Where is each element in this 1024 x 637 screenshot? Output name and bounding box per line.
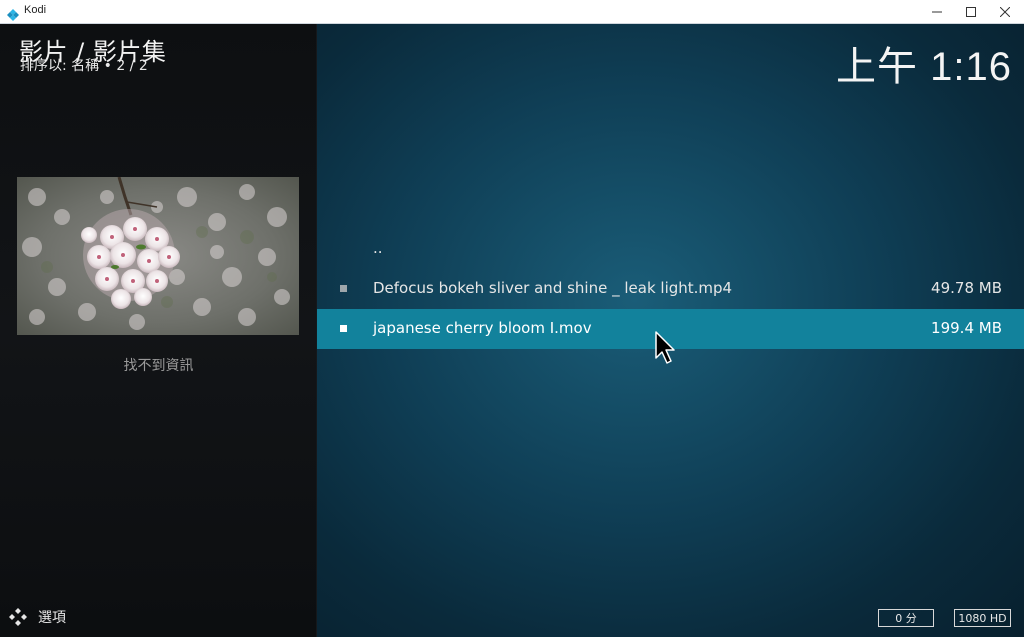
options-icon (8, 607, 28, 627)
options-label: 選項 (38, 610, 66, 626)
title-bar: Kodi (0, 0, 1024, 24)
window-title: Kodi (24, 4, 47, 16)
duration-badge: 0 分 (878, 609, 934, 627)
minimize-icon (932, 7, 942, 17)
options-button[interactable]: 選項 (8, 607, 66, 627)
list-item-size: 49.78 MB (931, 279, 1002, 297)
minimize-button[interactable] (920, 0, 954, 24)
list-item-name: japanese cherry bloom I.mov (373, 319, 592, 337)
list-item[interactable]: Defocus bokeh sliver and shine _ leak li… (317, 269, 1024, 309)
close-icon (1000, 7, 1010, 17)
kodi-content: 影片 / 影片集 排序以: 名稱 • 2 / 2 上午 1:16 找不到資訊 .… (0, 24, 1024, 637)
mouse-cursor-icon (654, 330, 678, 366)
list-item-name: Defocus bokeh sliver and shine _ leak li… (373, 279, 733, 297)
video-thumbnail (17, 177, 299, 335)
maximize-button[interactable] (954, 0, 988, 24)
kodi-window: Kodi 影片 / 影片集 排序以: 名稱 • 2 / 2 上午 1:16 找不… (0, 0, 1024, 637)
no-info-text: 找不到資訊 (123, 358, 194, 374)
list-item-parent[interactable]: .. (317, 229, 1024, 269)
resolution-badge: 1080 HD (954, 609, 1011, 627)
list-item-name: .. (373, 239, 383, 257)
bullet-icon (340, 325, 347, 332)
maximize-icon (966, 7, 976, 17)
list-item-size: 199.4 MB (931, 319, 1002, 337)
sort-info: 排序以: 名稱 • 2 / 2 (20, 58, 148, 74)
clock: 上午 1:16 (836, 45, 1012, 89)
close-button[interactable] (988, 0, 1022, 24)
bullet-icon (340, 285, 347, 292)
kodi-icon (7, 6, 19, 21)
